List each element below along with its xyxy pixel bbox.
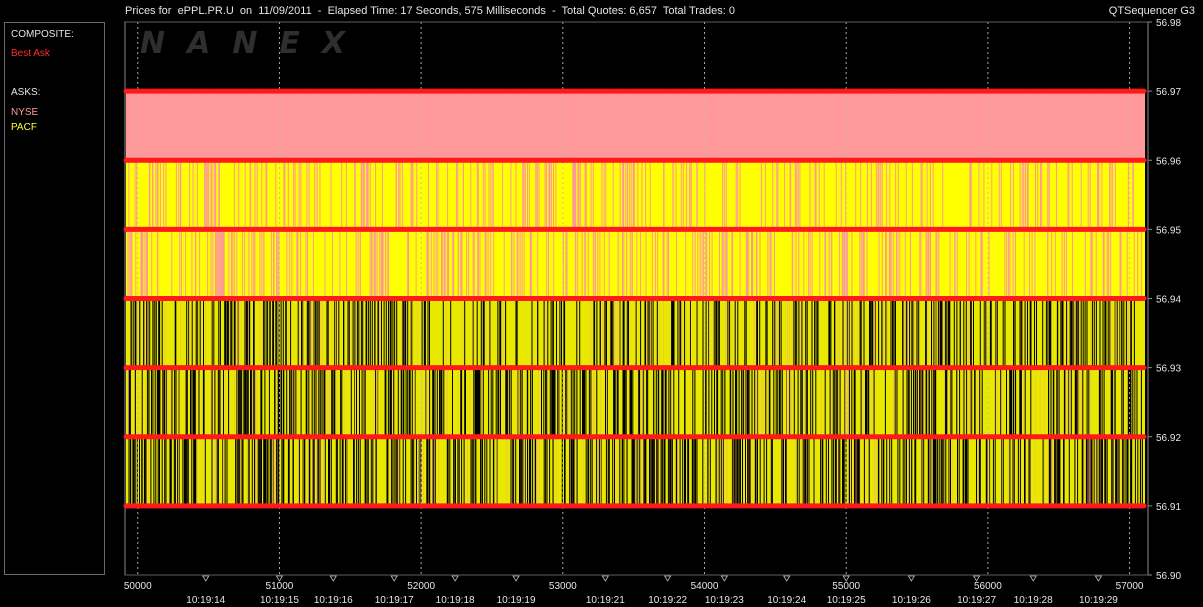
x-time-label-10:19:28: 10:19:28 (1014, 595, 1053, 606)
y-tick-label-56.98: 56.98 (1156, 18, 1181, 29)
x-time-label-10:19:15: 10:19:15 (260, 595, 299, 606)
y-tick-label-56.95: 56.95 (1156, 225, 1181, 236)
x-tick-label-50000: 50000 (124, 581, 152, 592)
time-marker-10:19:18 (451, 575, 459, 582)
y-tick-label-56.96: 56.96 (1156, 156, 1181, 167)
x-time-label-10:19:16: 10:19:16 (314, 595, 353, 606)
x-time-label-10:19:19: 10:19:19 (497, 595, 536, 606)
x-tick-label-57000: 57000 (1116, 581, 1144, 592)
time-marker-10:19:22 (663, 575, 672, 582)
time-marker-10:19:14 (202, 575, 210, 582)
x-time-label-10:19:22: 10:19:22 (648, 595, 687, 606)
x-time-label-10:19:24: 10:19:24 (767, 595, 806, 606)
x-time-label-10:19:29: 10:19:29 (1079, 595, 1118, 606)
time-marker-10:19:23 (720, 575, 729, 582)
y-tick-label-56.93: 56.93 (1156, 364, 1181, 375)
time-marker-10:19:17 (390, 575, 398, 582)
x-tick-label-52000: 52000 (407, 581, 435, 592)
x-tick-label-56000: 56000 (974, 581, 1002, 592)
watermark-logo: NANEX (140, 26, 367, 61)
y-tick-label-56.90: 56.90 (1156, 571, 1181, 582)
y-tick-label-56.91: 56.91 (1156, 502, 1181, 513)
time-marker-10:19:16 (329, 575, 337, 582)
x-time-label-10:19:17: 10:19:17 (375, 595, 414, 606)
nyse-band (126, 91, 1145, 161)
x-time-label-10:19:18: 10:19:18 (436, 595, 475, 606)
x-tick-label-55000: 55000 (832, 581, 860, 592)
x-tick-label-51000: 51000 (266, 581, 294, 592)
y-tick-label-56.92: 56.92 (1156, 433, 1181, 444)
x-tick-label-54000: 54000 (691, 581, 719, 592)
x-tick-label-53000: 53000 (549, 581, 577, 592)
time-marker-10:19:26 (907, 575, 916, 582)
time-marker-10:19:29 (1094, 575, 1103, 582)
time-marker-10:19:19 (512, 575, 520, 582)
time-marker-10:19:24 (782, 575, 791, 582)
time-marker-10:19:28 (1029, 575, 1037, 582)
x-time-label-10:19:26: 10:19:26 (892, 595, 931, 606)
x-time-label-10:19:23: 10:19:23 (705, 595, 744, 606)
x-time-label-10:19:14: 10:19:14 (186, 595, 225, 606)
x-time-label-10:19:21: 10:19:21 (586, 595, 625, 606)
y-tick-label-56.97: 56.97 (1156, 87, 1181, 98)
x-time-label-10:19:25: 10:19:25 (827, 595, 866, 606)
y-tick-label-56.94: 56.94 (1156, 295, 1181, 306)
x-time-label-10:19:27: 10:19:27 (957, 595, 996, 606)
price-chart[interactable]: NANEX 56.98 56.97 56.96 56.95 56.94 56.93 56.92… (0, 0, 1203, 607)
time-marker-10:19:21 (601, 575, 610, 582)
